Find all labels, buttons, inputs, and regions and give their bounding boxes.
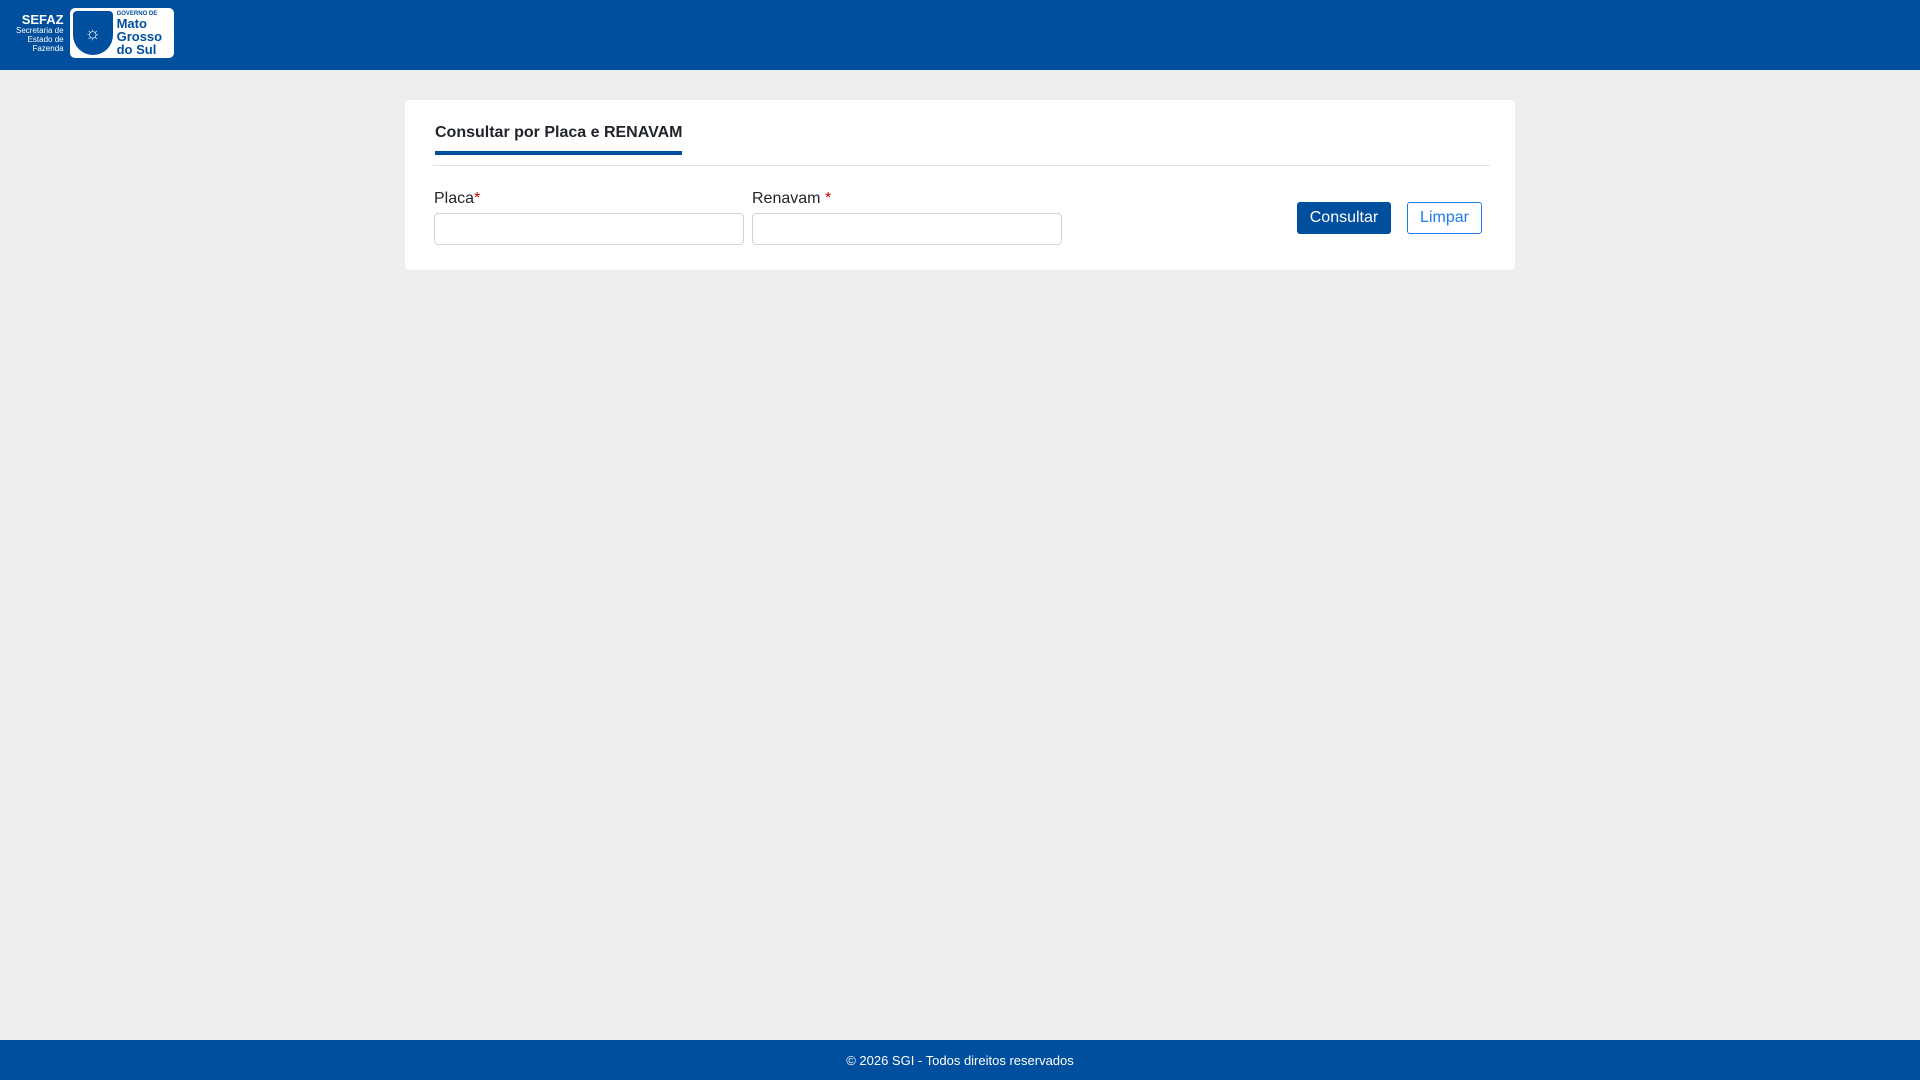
tab-consultar-placa-renavam[interactable]: Consultar por Placa e RENAVAM — [435, 124, 683, 155]
gov-big: Mato — [116, 15, 147, 31]
tab-divider — [433, 165, 1490, 166]
search-card: Consultar por Placa e RENAVAM Placa* Ren… — [405, 100, 1515, 270]
renavam-label: Renavam * — [752, 190, 831, 208]
sefaz-logo-text: SEFAZ Secretaria de Estado de Fazenda — [16, 13, 64, 53]
sefaz-sub: Fazenda — [32, 44, 64, 53]
renavam-label-text: Renavam — [752, 190, 821, 207]
gov-big: Grosso — [116, 28, 163, 44]
sefaz-sub: Secretaria de — [16, 26, 64, 35]
top-header: SEFAZ Secretaria de Estado de Fazenda ☼ … — [0, 0, 1920, 70]
limpar-button[interactable]: Limpar — [1407, 202, 1482, 234]
gov-big: do Sul — [116, 41, 157, 57]
consultar-button[interactable]: Consultar — [1297, 202, 1391, 234]
gov-ms-logo: ☼ GOVERNO DE Mato Grosso do Sul — [69, 8, 174, 58]
placa-label-text: Placa — [434, 190, 475, 207]
footer: © 2026 SGI - Todos direitos reservados — [0, 1040, 1920, 1080]
sefaz-sub: Estado de — [27, 35, 64, 44]
required-marker: * — [824, 190, 832, 207]
sefaz-title: SEFAZ — [21, 12, 64, 27]
placa-input[interactable] — [434, 213, 744, 245]
required-marker: * — [474, 190, 481, 207]
renavam-input[interactable] — [752, 213, 1062, 245]
coat-of-arms-icon: ☼ — [72, 11, 113, 55]
copyright-text: © 2026 SGI - Todos direitos reservados — [846, 1052, 1074, 1068]
sefaz-ms-logo[interactable]: SEFAZ Secretaria de Estado de Fazenda ☼ … — [16, 8, 174, 58]
placa-label: Placa* — [434, 190, 480, 208]
